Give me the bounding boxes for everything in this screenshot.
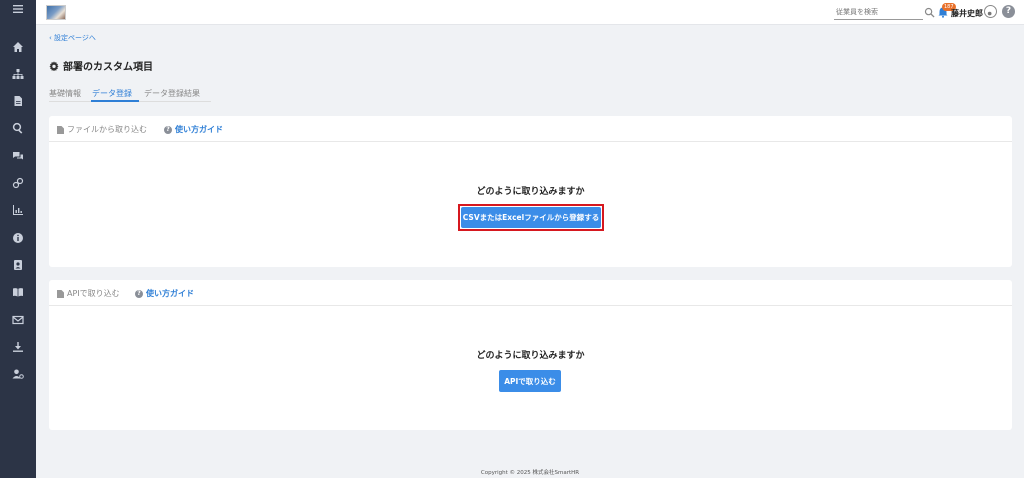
menu-icon[interactable] (0, 1, 36, 17)
mail-icon[interactable] (0, 312, 36, 328)
user-name[interactable]: 藤井史郎 (951, 8, 983, 19)
user-avatar-icon[interactable] (984, 5, 997, 18)
tab-basic-info[interactable]: 基礎情報 (49, 88, 81, 99)
question-circle-icon: ? (135, 289, 143, 298)
api-import-header: APIで取り込む ? 使い方ガイド (49, 280, 1012, 306)
file-import-card: ファイルから取り込む ? 使い方ガイド どのように取り込みますか CSVまたはE… (49, 116, 1012, 267)
api-import-title-text: APIで取り込む (67, 289, 120, 298)
chat-icon[interactable] (0, 148, 36, 164)
file-import-title: ファイルから取り込む (57, 124, 147, 135)
active-tab-indicator (91, 100, 139, 102)
search-icon[interactable] (0, 120, 36, 136)
file-import-guide-link[interactable]: ? 使い方ガイド (164, 124, 223, 135)
gear-icon (49, 60, 59, 71)
api-import-title: APIで取り込む (57, 288, 120, 299)
page-title: 部署のカスタム項目 (49, 58, 153, 73)
file-import-guide-label: 使い方ガイド (175, 125, 223, 134)
api-import-guide-link[interactable]: ? 使い方ガイド (135, 288, 194, 299)
info-icon[interactable] (0, 230, 36, 246)
api-import-card: APIで取り込む ? 使い方ガイド どのように取り込みますか APIで取り込む (49, 280, 1012, 430)
chart-icon[interactable] (0, 202, 36, 218)
api-import-button[interactable]: APIで取り込む (499, 370, 561, 392)
api-import-question: どのように取り込みますか (476, 351, 585, 361)
search-icon[interactable] (924, 7, 935, 18)
link-icon[interactable] (0, 175, 36, 191)
file-import-header: ファイルから取り込む ? 使い方ガイド (49, 116, 1012, 142)
tab-data-registration[interactable]: データ登録 (92, 88, 132, 99)
file-icon (57, 289, 64, 298)
file-import-question: どのように取り込みますか (476, 187, 585, 197)
company-logo[interactable] (46, 5, 66, 20)
api-import-guide-label: 使い方ガイド (146, 289, 194, 298)
file-icon (57, 125, 64, 134)
tab-registration-results[interactable]: データ登録結果 (144, 88, 200, 99)
help-icon[interactable]: ? (1002, 5, 1015, 18)
back-to-settings-link[interactable]: ‹ 設定ページへ (49, 33, 96, 43)
back-link-label: 設定ページへ (54, 34, 96, 42)
employee-search-input[interactable]: 従業員を検索 (834, 6, 923, 20)
user-settings-icon[interactable] (0, 366, 36, 382)
download-icon[interactable] (0, 339, 36, 355)
footer-copyright: Copyright © 2025 株式会社SmartHR (480, 470, 580, 476)
file-import-title-text: ファイルから取り込む (67, 125, 147, 134)
tab-bar: 基礎情報 データ登録 データ登録結果 (49, 84, 211, 102)
contact-icon[interactable] (0, 257, 36, 273)
sidebar (0, 0, 36, 478)
book-icon[interactable] (0, 284, 36, 300)
org-chart-icon[interactable] (0, 66, 36, 82)
top-header: 従業員を検索 187 藤井史郎 ? (36, 0, 1024, 25)
home-icon[interactable] (0, 39, 36, 55)
page-title-text: 部署のカスタム項目 (63, 62, 153, 73)
csv-excel-import-button[interactable]: CSVまたはExcelファイルから登録する (461, 207, 601, 228)
document-icon[interactable] (0, 93, 36, 109)
question-circle-icon: ? (164, 125, 172, 134)
